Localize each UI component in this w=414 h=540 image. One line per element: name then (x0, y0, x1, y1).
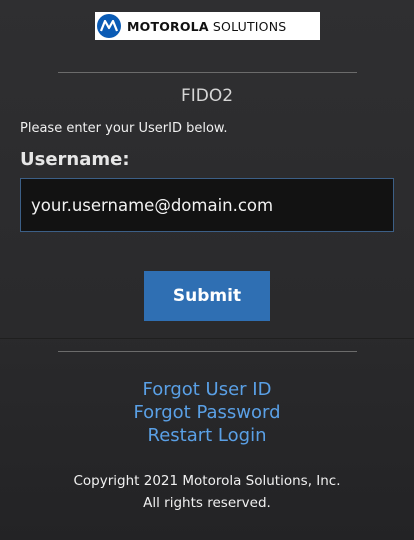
logo-text: MOTOROLA SOLUTIONS (127, 18, 287, 34)
page-title: FIDO2 (180, 86, 234, 106)
help-links: Forgot User ID Forgot Password Restart L… (0, 378, 414, 447)
forgot-user-id-link[interactable]: Forgot User ID (0, 378, 414, 401)
links-divider (58, 351, 357, 352)
copyright: Copyright 2021 Motorola Solutions, Inc. … (0, 470, 414, 514)
motorola-batwing-icon (97, 14, 121, 38)
forgot-password-link[interactable]: Forgot Password (0, 401, 414, 424)
section-divider (0, 338, 414, 339)
login-page: MOTOROLA SOLUTIONS FIDO2 Please enter yo… (0, 0, 414, 540)
submit-button[interactable]: Submit (144, 271, 270, 321)
username-input[interactable] (20, 178, 394, 232)
restart-login-link[interactable]: Restart Login (0, 424, 414, 447)
rights-line: All rights reserved. (143, 495, 271, 511)
copyright-line: Copyright 2021 Motorola Solutions, Inc. (73, 473, 341, 489)
company-logo: MOTOROLA SOLUTIONS (95, 12, 320, 40)
userid-prompt: Please enter your UserID below. (20, 121, 228, 136)
top-divider (58, 72, 357, 73)
username-label: Username: (20, 149, 130, 170)
